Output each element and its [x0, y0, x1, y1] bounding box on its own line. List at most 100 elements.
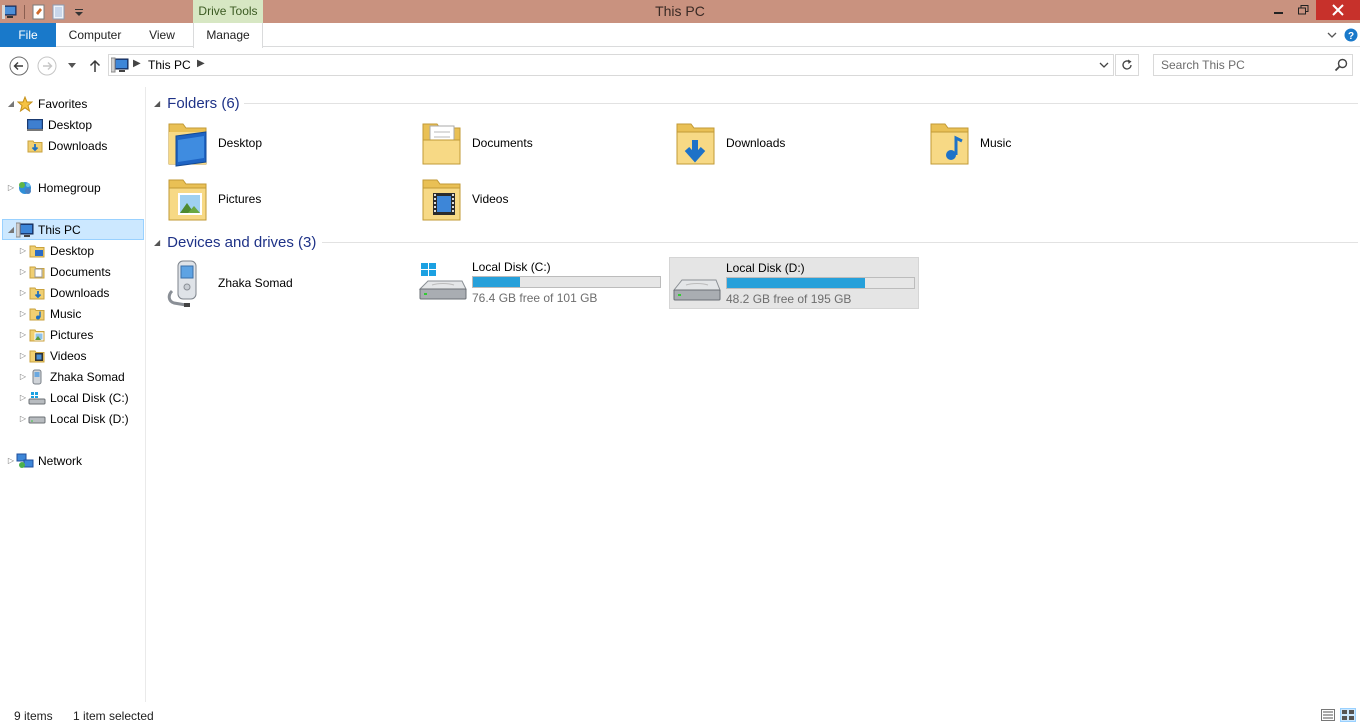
nav-favorites-downloads[interactable]: Downloads	[16, 135, 107, 156]
nav-label: Local Disk (D:)	[50, 411, 129, 426]
tab-computer[interactable]: Computer	[60, 23, 130, 47]
folder-videos[interactable]: Videos	[420, 171, 670, 227]
folders-group-header[interactable]: ◢ Folders (6)	[154, 92, 240, 114]
devices-header-label: Devices and drives (3)	[167, 233, 317, 251]
downloads-folder-icon	[28, 285, 46, 301]
expand-ribbon-chevron-icon[interactable]	[1324, 27, 1340, 43]
tab-file[interactable]: File	[0, 23, 56, 47]
nav-homegroup-label: Homegroup	[38, 180, 101, 195]
up-button[interactable]	[84, 55, 106, 77]
hard-drive-icon	[28, 411, 46, 427]
restore-button[interactable]	[1292, 0, 1314, 20]
nav-this-pc-desktop[interactable]: ▷ Desktop	[18, 240, 94, 261]
search-box[interactable]	[1153, 54, 1353, 76]
search-icon[interactable]	[1334, 58, 1348, 72]
phone-device-icon	[28, 369, 46, 385]
collapsed-arrow-icon[interactable]: ▷	[6, 183, 16, 192]
folder-desktop[interactable]: Desktop	[166, 115, 416, 171]
device-zhaka-somad[interactable]: Zhaka Somad	[166, 255, 416, 311]
nav-network[interactable]: ▷ Network	[6, 450, 82, 471]
minimize-button[interactable]	[1268, 0, 1290, 20]
nav-label: Zhaka Somad	[50, 369, 125, 384]
recent-locations-chevron-icon[interactable]	[61, 55, 83, 77]
new-folder-icon[interactable]	[49, 2, 69, 22]
tab-view[interactable]: View	[138, 23, 186, 47]
this-pc-window-icon[interactable]	[0, 2, 20, 22]
nav-label: Local Disk (C:)	[50, 390, 129, 405]
properties-icon[interactable]	[29, 2, 49, 22]
breadcrumb-chevron-icon[interactable]: ▶	[133, 58, 141, 69]
nav-label: Documents	[50, 264, 111, 279]
collapse-group-arrow-icon[interactable]: ◢	[154, 99, 160, 108]
pictures-folder-icon	[28, 327, 46, 343]
homegroup-icon	[16, 180, 34, 196]
expanded-arrow-icon[interactable]: ◢	[6, 225, 16, 234]
nav-this-pc-documents[interactable]: ▷ Documents	[18, 261, 111, 282]
folder-music[interactable]: Music	[928, 115, 1178, 171]
folder-label: Downloads	[726, 136, 786, 150]
collapsed-arrow-icon[interactable]: ▷	[18, 351, 28, 360]
customize-qat-chevron-icon[interactable]	[69, 2, 89, 22]
nav-this-pc-label: This PC	[38, 222, 81, 237]
ribbon-tab-bar: File Computer View Manage ?	[0, 23, 1360, 48]
nav-homegroup[interactable]: ▷ Homegroup	[6, 177, 101, 198]
collapsed-arrow-icon[interactable]: ▷	[18, 309, 28, 318]
expanded-arrow-icon[interactable]: ◢	[6, 99, 16, 108]
drive-local-disk-c[interactable]: Local Disk (C:) 76.4 GB free of 101 GB	[416, 257, 666, 309]
refresh-button[interactable]	[1115, 54, 1139, 76]
folder-documents[interactable]: Documents	[420, 115, 670, 171]
address-bar[interactable]: ▶ This PC ▶	[108, 54, 1114, 76]
group-divider	[322, 242, 1358, 243]
nav-this-pc[interactable]: ◢ This PC	[2, 219, 144, 240]
nav-this-pc-music[interactable]: ▷ Music	[18, 303, 81, 324]
forward-button[interactable]	[36, 55, 58, 77]
drive-local-disk-d[interactable]: Local Disk (D:) 48.2 GB free of 195 GB	[669, 257, 919, 309]
drive-label: Local Disk (C:)	[472, 260, 551, 274]
breadcrumb-chevron-icon[interactable]: ▶	[197, 58, 205, 69]
navigation-bar: ▶ This PC ▶	[0, 48, 1360, 82]
collapsed-arrow-icon[interactable]: ▷	[18, 330, 28, 339]
selection-count: 1 item selected	[73, 709, 154, 723]
folder-desktop-icon	[166, 118, 214, 168]
folder-downloads-icon	[674, 118, 722, 168]
folder-pictures[interactable]: Pictures	[166, 171, 416, 227]
drive-label: Local Disk (D:)	[726, 261, 805, 275]
nav-label: Pictures	[50, 327, 94, 342]
nav-favorites-desktop[interactable]: Desktop	[16, 114, 92, 135]
address-history-chevron-icon[interactable]	[1097, 58, 1111, 72]
collapsed-arrow-icon[interactable]: ▷	[6, 456, 16, 465]
nav-label: Videos	[50, 348, 87, 363]
system-drive-icon	[418, 261, 468, 305]
music-folder-icon	[28, 306, 46, 322]
collapse-group-arrow-icon[interactable]: ◢	[154, 238, 160, 247]
folder-downloads[interactable]: Downloads	[674, 115, 924, 171]
videos-folder-icon	[28, 348, 46, 364]
this-pc-icon	[110, 57, 129, 73]
phone-device-icon	[166, 257, 214, 309]
collapsed-arrow-icon[interactable]: ▷	[18, 414, 28, 423]
nav-this-pc-local-disk-d[interactable]: ▷ Local Disk (D:)	[18, 408, 129, 429]
folder-music-icon	[928, 118, 976, 168]
nav-this-pc-zhaka-somad[interactable]: ▷ Zhaka Somad	[18, 366, 125, 387]
devices-group-header[interactable]: ◢ Devices and drives (3)	[154, 231, 316, 253]
collapsed-arrow-icon[interactable]: ▷	[18, 267, 28, 276]
nav-favorites[interactable]: ◢ Favorites	[6, 93, 87, 114]
breadcrumb-this-pc[interactable]: This PC	[148, 57, 191, 73]
nav-this-pc-videos[interactable]: ▷ Videos	[18, 345, 87, 366]
nav-this-pc-local-disk-c[interactable]: ▷ Local Disk (C:)	[18, 387, 129, 408]
large-icons-view-icon[interactable]	[1340, 708, 1356, 722]
nav-label: Downloads	[48, 138, 108, 153]
collapsed-arrow-icon[interactable]: ▷	[18, 246, 28, 255]
back-button[interactable]	[8, 55, 30, 77]
collapsed-arrow-icon[interactable]: ▷	[18, 372, 28, 381]
collapsed-arrow-icon[interactable]: ▷	[18, 288, 28, 297]
folder-label: Pictures	[218, 192, 262, 206]
nav-this-pc-pictures[interactable]: ▷ Pictures	[18, 324, 93, 345]
collapsed-arrow-icon[interactable]: ▷	[18, 393, 28, 402]
search-input[interactable]	[1154, 55, 1326, 75]
help-icon[interactable]: ?	[1342, 26, 1360, 44]
tab-manage[interactable]: Manage	[193, 23, 263, 48]
nav-this-pc-downloads[interactable]: ▷ Downloads	[18, 282, 109, 303]
close-button[interactable]	[1316, 0, 1360, 20]
details-view-icon[interactable]	[1320, 708, 1336, 722]
